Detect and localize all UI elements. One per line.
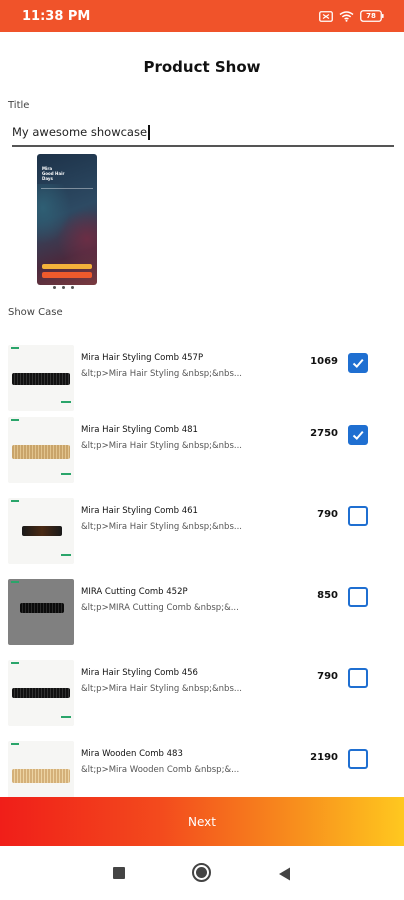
next-button-label: Next (188, 814, 216, 829)
product-price: 790 (317, 671, 338, 682)
title-label: Title (8, 100, 30, 111)
product-price: 1069 (310, 356, 338, 367)
product-name: Mira Hair Styling Comb 456 (81, 668, 198, 678)
product-thumbnail (8, 660, 74, 726)
product-description: &lt;p>Mira Hair Styling &nbsp;&nbs... (81, 684, 242, 694)
brand-tag (11, 743, 19, 745)
product-checkbox[interactable] (348, 353, 368, 373)
text-caret (148, 124, 150, 140)
product-row[interactable]: MIRA Cutting Comb 452P &lt;p>MIRA Cuttin… (8, 579, 394, 645)
showcase-label: Show Case (8, 307, 63, 318)
sim-icon (319, 10, 333, 22)
comb-image (22, 526, 62, 536)
showcase-preview-image[interactable]: Mira Good Hair Days (37, 154, 97, 285)
page-dot (71, 286, 74, 289)
brand-tag (61, 473, 71, 475)
preview-leaf (57, 209, 97, 269)
brand-tag (11, 500, 19, 502)
brand-tag (61, 401, 71, 403)
product-name: Mira Hair Styling Comb 481 (81, 425, 198, 435)
product-name: Mira Wooden Comb 483 (81, 749, 183, 759)
check-icon (352, 358, 364, 369)
product-price: 850 (317, 590, 338, 601)
next-button[interactable]: Next (0, 797, 404, 846)
product-checkbox[interactable] (348, 668, 368, 688)
product-thumbnail (8, 345, 74, 411)
page-dot (53, 286, 56, 289)
brand-tag (11, 662, 19, 664)
home-icon-inner (196, 867, 207, 878)
product-thumbnail (8, 417, 74, 483)
preview-text: Mira Good Hair Days (42, 166, 65, 181)
battery-level: 78 (366, 12, 376, 20)
product-checkbox[interactable] (348, 425, 368, 445)
product-name: Mira Hair Styling Comb 461 (81, 506, 198, 516)
check-icon (352, 430, 364, 441)
product-thumbnail (8, 579, 74, 645)
product-price: 790 (317, 509, 338, 520)
comb-image (12, 688, 70, 698)
page-title: Product Show (143, 58, 261, 76)
back-icon[interactable] (278, 866, 291, 885)
product-description: &lt;p>Mira Hair Styling &nbsp;&nbs... (81, 522, 242, 532)
comb-image (20, 603, 64, 613)
home-icon[interactable] (192, 863, 211, 882)
product-price: 2750 (310, 428, 338, 439)
battery-icon: 78 (360, 10, 384, 22)
product-name: MIRA Cutting Comb 452P (81, 587, 188, 597)
brand-tag (11, 581, 19, 583)
status-bar: 11:38 PM 78 (0, 0, 404, 32)
title-input-value: My awesome showcase (12, 125, 148, 139)
product-row[interactable]: Mira Hair Styling Comb 456 &lt;p>Mira Ha… (8, 660, 394, 726)
preview-button (42, 272, 92, 278)
product-price: 2190 (310, 752, 338, 763)
product-name: Mira Hair Styling Comb 457P (81, 353, 204, 363)
product-description: &lt;p>MIRA Cutting Comb &nbsp;&... (81, 603, 239, 613)
status-time: 11:38 PM (22, 8, 91, 24)
product-row[interactable]: Mira Hair Styling Comb 457P &lt;p>Mira H… (8, 345, 394, 411)
comb-image (12, 373, 70, 385)
page-indicator (53, 286, 74, 289)
page-dot (62, 286, 65, 289)
comb-image (12, 769, 70, 783)
brand-tag (11, 347, 19, 349)
preview-divider (41, 188, 93, 191)
product-row[interactable]: Mira Hair Styling Comb 461 &lt;p>Mira Ha… (8, 498, 394, 564)
brand-tag (61, 716, 71, 718)
product-checkbox[interactable] (348, 506, 368, 526)
product-checkbox[interactable] (348, 587, 368, 607)
product-description: &lt;p>Mira Wooden Comb &nbsp;&... (81, 765, 240, 775)
wifi-icon (339, 10, 354, 22)
preview-button (42, 264, 92, 269)
title-input[interactable]: My awesome showcase (12, 121, 394, 147)
system-nav-bar (0, 846, 404, 900)
product-description: &lt;p>Mira Hair Styling &nbsp;&nbs... (81, 369, 242, 379)
product-checkbox[interactable] (348, 749, 368, 769)
product-description: &lt;p>Mira Hair Styling &nbsp;&nbs... (81, 441, 242, 451)
recents-icon[interactable] (113, 867, 125, 879)
comb-image (12, 445, 70, 459)
product-thumbnail (8, 498, 74, 564)
brand-tag (11, 419, 19, 421)
product-row[interactable]: Mira Hair Styling Comb 481 &lt;p>Mira Ha… (8, 417, 394, 483)
brand-tag (61, 554, 71, 556)
status-icons: 78 (319, 10, 384, 22)
